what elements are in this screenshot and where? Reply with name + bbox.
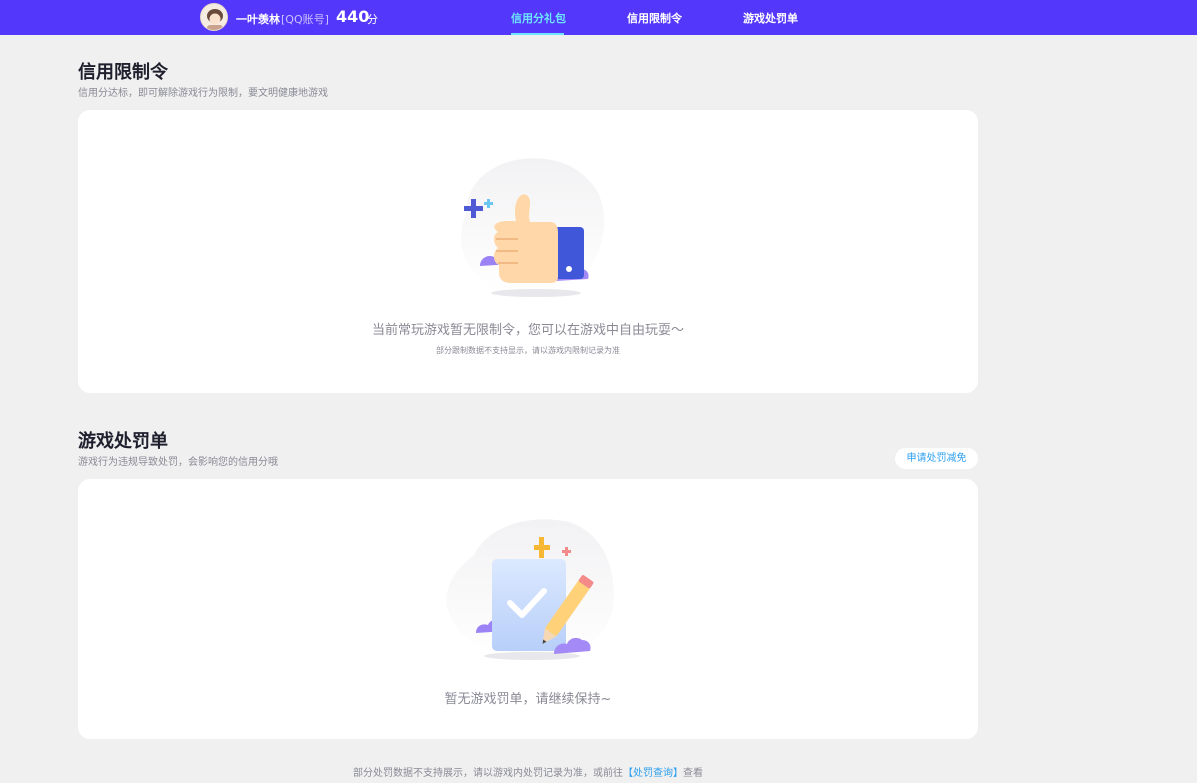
username: 一叶羡林 xyxy=(236,13,280,26)
apply-penalty-reduction-button[interactable]: 申请处罚减免 xyxy=(895,448,978,469)
active-tab-indicator xyxy=(511,33,564,35)
penalty-section-subtitle: 游戏行为违规导致处罚，会影响您的信用分哦 xyxy=(78,457,278,468)
penalty-query-link[interactable]: 【处罚查询】 xyxy=(623,768,683,779)
footer-text-before: 部分处罚数据不支持展示，请以游戏内处罚记录为准，或前往 xyxy=(353,768,623,779)
tab-credit-gift[interactable]: 信用分礼包 xyxy=(511,10,566,26)
account-type: [QQ账号] xyxy=(281,13,329,26)
clipboard-check-icon xyxy=(446,519,614,662)
penalty-section-title: 游戏处罚单 xyxy=(78,431,168,452)
top-bar: 一叶羡林 [QQ账号] 440 分 信用分礼包 信用限制令 游戏处罚单 xyxy=(0,0,1197,35)
avatar[interactable] xyxy=(200,3,228,31)
score-unit: 分 xyxy=(367,13,378,26)
credit-score: 440 xyxy=(336,7,370,26)
restriction-note: 部分跟制数据不支持显示，请以游戏内限制记录为准 xyxy=(436,346,620,355)
footer-note: 部分处罚数据不支持展示，请以游戏内处罚记录为准，或前往【处罚查询】查看 xyxy=(0,764,1056,779)
footer-text-after: 查看 xyxy=(683,768,703,779)
restriction-card: 当前常玩游戏暂无限制令，您可以在游戏中自由玩耍～ 部分跟制数据不支持显示，请以游… xyxy=(78,110,978,393)
thumbs-up-icon xyxy=(461,158,605,297)
tab-game-penalty[interactable]: 游戏处罚单 xyxy=(743,10,798,26)
restriction-section-subtitle: 信用分达标，即可解除游戏行为限制，要文明健康地游戏 xyxy=(78,88,328,99)
avatar-image xyxy=(201,4,227,30)
restriction-empty-message: 当前常玩游戏暂无限制令，您可以在游戏中自由玩耍～ xyxy=(371,323,684,338)
penalty-empty-message: 暂无游戏罚单，请继续保持~ xyxy=(444,692,612,707)
penalty-card: 暂无游戏罚单，请继续保持~ xyxy=(78,479,978,739)
tab-credit-restriction[interactable]: 信用限制令 xyxy=(627,10,682,26)
restriction-section-title: 信用限制令 xyxy=(78,62,168,83)
